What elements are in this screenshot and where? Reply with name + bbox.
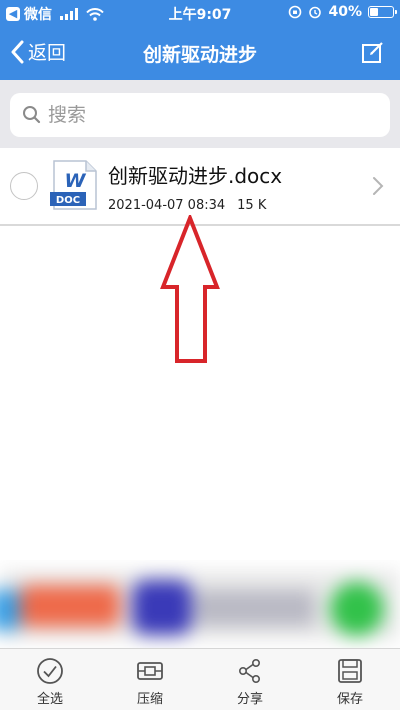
file-name: 创新驱动进步.docx xyxy=(108,164,283,188)
file-meta: 2021-04-07 08:34 15 K xyxy=(108,198,266,213)
blurred-background-strip xyxy=(0,560,400,650)
compose-icon[interactable] xyxy=(360,39,386,65)
share-button[interactable]: 分享 xyxy=(200,649,300,710)
share-label: 分享 xyxy=(236,692,263,707)
back-label: 返回 xyxy=(28,42,67,64)
chevron-right-icon[interactable] xyxy=(372,176,384,196)
select-all-label: 全选 xyxy=(36,692,63,707)
save-icon xyxy=(338,659,362,683)
navigation-bar: 返回 创新驱动进步 xyxy=(0,30,400,76)
battery-fill xyxy=(370,8,378,16)
save-label: 保存 xyxy=(336,692,363,707)
alarm-icon xyxy=(309,6,322,19)
compress-button[interactable]: 压缩 xyxy=(100,649,200,710)
battery-icon xyxy=(368,6,397,18)
compress-label: 压缩 xyxy=(136,692,163,707)
search-icon xyxy=(23,106,41,124)
select-all-button[interactable]: 全选 xyxy=(0,649,100,710)
chevron-left-icon xyxy=(11,40,24,63)
file-modified-date: 2021-04-07 08:34 xyxy=(108,198,226,213)
search-box[interactable] xyxy=(10,93,390,137)
back-button[interactable]: 返回 xyxy=(10,38,66,65)
bottom-toolbar: 全选 压缩 分享 保存 xyxy=(0,648,400,710)
doc-icon-letter: W xyxy=(65,170,87,192)
header-bar: ◀ 微信 上午9:07 40% 返回 创新驱动进步 xyxy=(0,0,400,80)
search-input[interactable] xyxy=(48,104,368,126)
status-right: 40% xyxy=(288,4,397,20)
select-radio[interactable] xyxy=(10,172,38,200)
doc-icon-badge: DOC xyxy=(56,195,80,206)
search-section xyxy=(0,80,400,148)
annotation-arrow-icon xyxy=(160,215,220,363)
word-document-icon: W DOC xyxy=(50,160,97,210)
rotation-lock-icon xyxy=(289,5,302,19)
file-size: 15 K xyxy=(237,198,267,213)
status-bar: ◀ 微信 上午9:07 40% xyxy=(0,0,400,26)
save-button[interactable]: 保存 xyxy=(300,649,400,710)
check-circle-icon xyxy=(37,658,63,684)
share-icon xyxy=(238,658,260,683)
compress-icon xyxy=(137,662,163,680)
battery-percent: 40% xyxy=(328,4,362,20)
